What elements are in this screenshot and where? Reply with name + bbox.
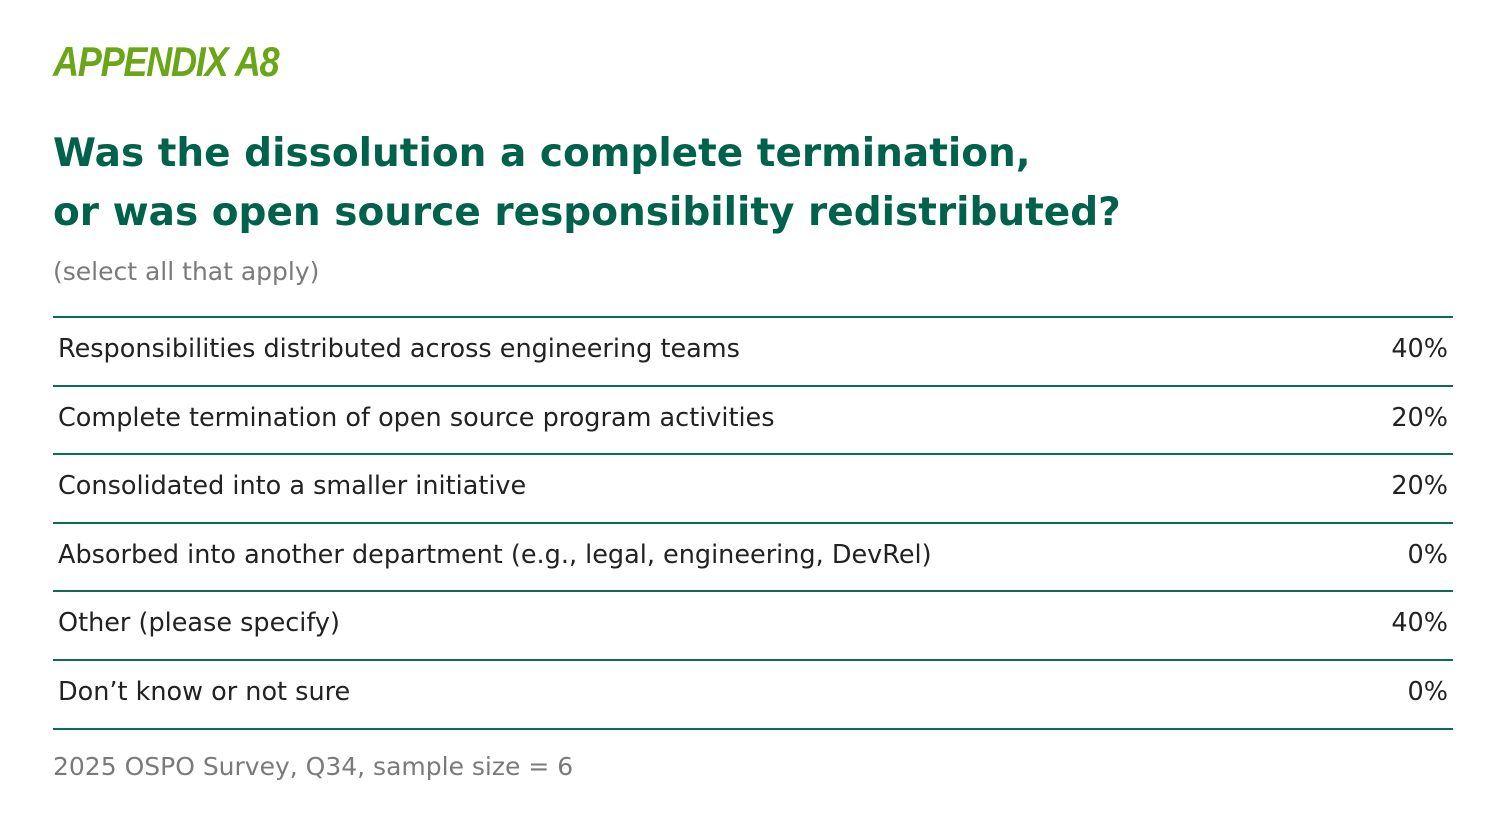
table-row: Responsibilities distributed across engi… bbox=[53, 318, 1453, 387]
table-row: Consolidated into a smaller initiative 2… bbox=[53, 455, 1453, 524]
subtitle: (select all that apply) bbox=[53, 257, 320, 286]
row-value: 0% bbox=[1407, 676, 1448, 707]
row-value: 40% bbox=[1391, 334, 1448, 364]
row-label: Complete termination of open source prog… bbox=[58, 402, 775, 433]
table-row: Other (please specify) 40% bbox=[53, 592, 1453, 661]
title-line-1: Was the dissolution a complete terminati… bbox=[53, 131, 1031, 176]
appendix-label: APPENDIX A8 bbox=[53, 38, 280, 85]
results-table: Responsibilities distributed across engi… bbox=[53, 316, 1453, 730]
table-row: Complete termination of open source prog… bbox=[53, 387, 1453, 456]
row-value: 0% bbox=[1407, 539, 1448, 570]
page-title: Was the dissolution a complete terminati… bbox=[53, 124, 1121, 242]
source-note: 2025 OSPO Survey, Q34, sample size = 6 bbox=[53, 752, 574, 781]
row-value: 20% bbox=[1391, 471, 1448, 502]
row-value: 20% bbox=[1391, 402, 1448, 433]
row-label: Consolidated into a smaller initiative bbox=[58, 471, 527, 502]
title-line-2: or was open source responsibility redist… bbox=[53, 190, 1121, 235]
table-row: Absorbed into another department (e.g., … bbox=[53, 524, 1453, 593]
table-row: Don’t know or not sure 0% bbox=[53, 661, 1453, 730]
row-value: 40% bbox=[1391, 608, 1448, 639]
row-label: Responsibilities distributed across engi… bbox=[58, 334, 740, 364]
row-label: Absorbed into another department (e.g., … bbox=[58, 539, 932, 570]
row-label: Don’t know or not sure bbox=[58, 676, 351, 707]
row-label: Other (please specify) bbox=[58, 608, 340, 639]
